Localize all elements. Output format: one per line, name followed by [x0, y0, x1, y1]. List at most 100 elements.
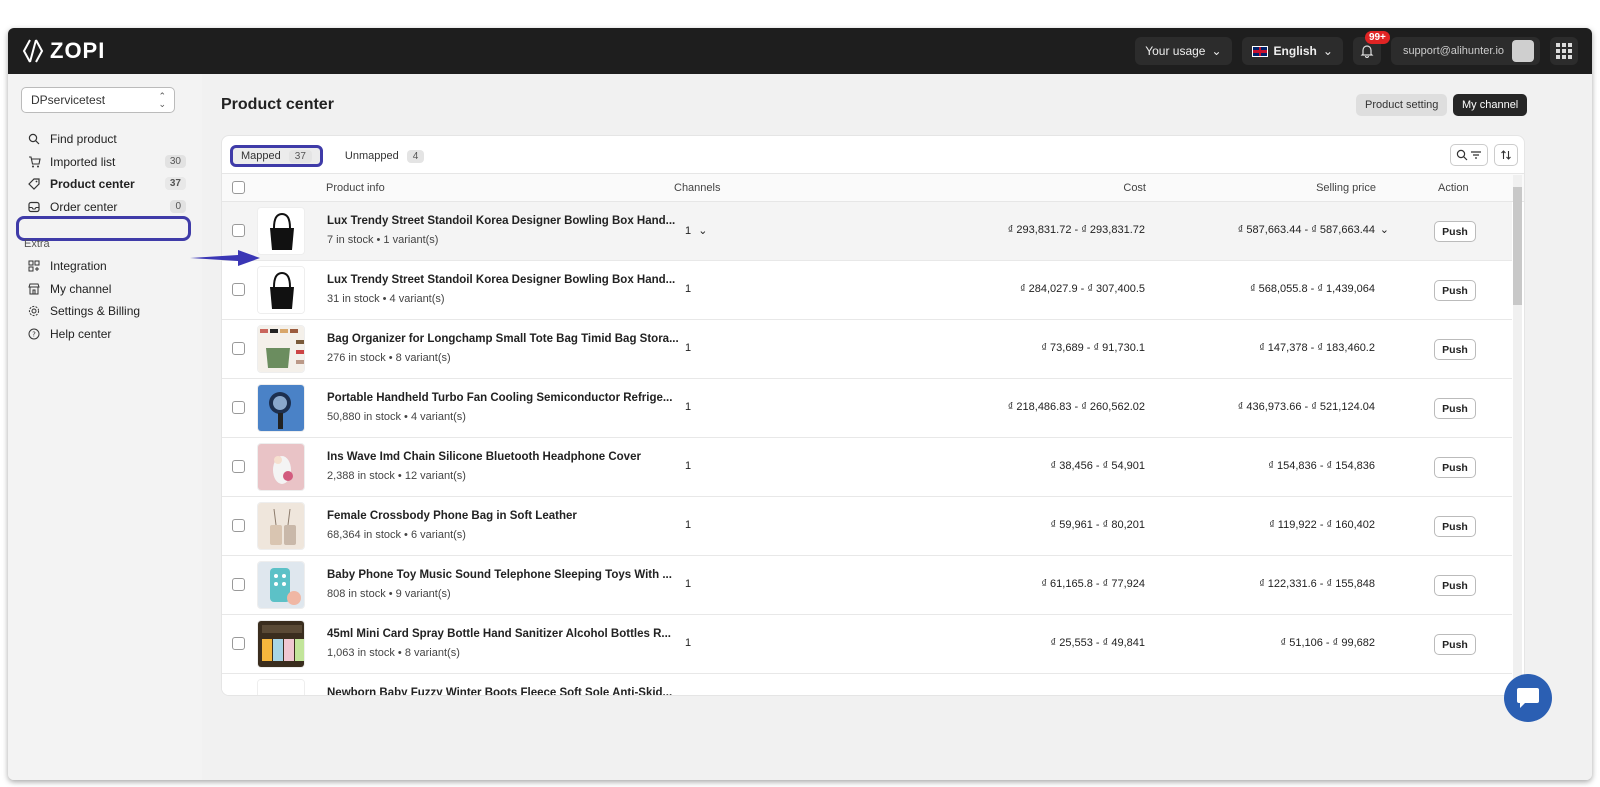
select-all-checkbox[interactable]	[232, 181, 245, 194]
usage-dropdown[interactable]: Your usage ⌄	[1135, 37, 1232, 65]
search-filter-button[interactable]	[1450, 144, 1488, 166]
account-menu[interactable]: support@alihunter.io	[1390, 37, 1540, 65]
row-checkbox[interactable]	[232, 342, 245, 355]
selling-price-value: ₫ 154,836 - ₫ 154,836	[1268, 460, 1375, 472]
bell-icon	[1360, 45, 1374, 58]
product-thumbnail[interactable]	[257, 679, 305, 695]
product-thumbnail[interactable]	[257, 266, 305, 314]
product-name[interactable]: Lux Trendy Street Standoil Korea Designe…	[327, 274, 675, 286]
push-button[interactable]: Push	[1434, 339, 1476, 360]
table-row[interactable]: Bag Organizer for Longchamp Small Tote B…	[222, 320, 1512, 379]
apps-grid-button[interactable]	[1550, 37, 1578, 65]
product-name[interactable]: Baby Phone Toy Music Sound Telephone Sle…	[327, 569, 672, 581]
product-thumbnail[interactable]	[257, 502, 305, 550]
push-button[interactable]: Push	[1434, 457, 1476, 478]
column-header-cost[interactable]: Cost	[1123, 182, 1146, 194]
sidebar-item-integration[interactable]: Integration	[22, 255, 186, 278]
push-button[interactable]: Push	[1434, 575, 1476, 596]
sidebar-item-my-channel[interactable]: My channel	[22, 278, 186, 301]
app-window: ZOPI Your usage ⌄ English ⌄ 99+ support@…	[8, 28, 1592, 780]
push-button[interactable]: Push	[1434, 280, 1476, 301]
product-name[interactable]: Bag Organizer for Longchamp Small Tote B…	[327, 333, 679, 345]
table-row[interactable]: Newborn Baby Fuzzy Winter Boots Fleece S…	[222, 674, 1512, 695]
cost-range: ₫ 59,961 - ₫ 80,201	[1050, 519, 1145, 531]
column-header-product-info[interactable]: Product info	[326, 182, 385, 194]
product-thumbnail[interactable]	[257, 561, 305, 609]
usage-label: Your usage	[1145, 44, 1206, 58]
table-row[interactable]: 45ml Mini Card Spray Bottle Hand Sanitiz…	[222, 615, 1512, 674]
row-checkbox[interactable]	[232, 637, 245, 650]
table-row[interactable]: Female Crossbody Phone Bag in Soft Leath…	[222, 497, 1512, 556]
sidebar-item-imported-list[interactable]: Imported list 30	[22, 151, 186, 174]
tab-label: Mapped	[241, 150, 281, 162]
logo[interactable]: ZOPI	[22, 38, 105, 64]
table-row[interactable]: Lux Trendy Street Standoil Korea Designe…	[222, 261, 1512, 320]
sidebar-item-label: Find product	[50, 132, 117, 147]
sidebar-item-label: Product center	[50, 177, 135, 192]
product-name[interactable]: Lux Trendy Street Standoil Korea Designe…	[327, 215, 675, 227]
row-checkbox[interactable]	[232, 578, 245, 591]
product-thumbnail[interactable]	[257, 620, 305, 668]
sidebar-item-product-center[interactable]: Product center 37	[22, 173, 186, 196]
tab-unmapped[interactable]: Unmapped 4	[337, 145, 432, 167]
language-dropdown[interactable]: English ⌄	[1241, 37, 1343, 65]
product-name[interactable]: 45ml Mini Card Spray Bottle Hand Sanitiz…	[327, 628, 671, 640]
product-name[interactable]: Portable Handheld Turbo Fan Cooling Semi…	[327, 392, 672, 404]
sidebar-item-label: Integration	[50, 259, 107, 274]
product-stock-variants: 2,388 in stock • 12 variant(s)	[327, 470, 466, 482]
channel-count[interactable]: 1 ⌄	[685, 224, 707, 237]
product-stock-variants: 7 in stock • 1 variant(s)	[327, 234, 439, 246]
tab-count: 4	[406, 149, 425, 163]
row-checkbox[interactable]	[232, 224, 245, 237]
tab-mapped[interactable]: Mapped 37	[230, 145, 323, 167]
row-checkbox[interactable]	[232, 519, 245, 532]
updown-chevron-icon: ⌃ ⌄	[158, 91, 166, 109]
cart-icon	[26, 156, 42, 168]
count-badge: 30	[164, 154, 186, 168]
row-checkbox[interactable]	[232, 283, 245, 296]
push-button[interactable]: Push	[1434, 634, 1476, 655]
channel-count-value: 1	[685, 460, 692, 472]
product-name[interactable]: Ins Wave Imd Chain Silicone Bluetooth He…	[327, 451, 641, 463]
push-button[interactable]: Push	[1434, 516, 1476, 537]
table-row[interactable]: Ins Wave Imd Chain Silicone Bluetooth He…	[222, 438, 1512, 497]
sort-icon	[1501, 150, 1511, 160]
column-header-selling-price[interactable]: Selling price	[1316, 182, 1376, 194]
column-header-channels[interactable]: Channels	[674, 182, 720, 194]
sidebar-item-settings-billing[interactable]: Settings & Billing	[22, 300, 186, 323]
notifications-button[interactable]: 99+	[1352, 31, 1390, 65]
gear-icon	[26, 305, 42, 317]
cost-range: ₫ 61,165.8 - ₫ 77,924	[1041, 578, 1145, 590]
table-scrollbar[interactable]	[1513, 175, 1522, 695]
product-thumbnail[interactable]	[257, 443, 305, 491]
push-button[interactable]: Push	[1434, 398, 1476, 419]
product-thumbnail[interactable]	[257, 207, 305, 255]
channel-count-value: 1	[685, 519, 692, 531]
row-checkbox[interactable]	[232, 460, 245, 473]
selling-price-range: ₫ 119,922 - ₫ 160,402	[1269, 519, 1375, 531]
sort-button[interactable]	[1494, 144, 1518, 166]
selling-price-value: ₫ 568,055.8 - ₫ 1,439,064	[1249, 283, 1375, 295]
selling-price-range[interactable]: ₫ 587,663.44 - ₫ 587,663.44 ⌄	[1238, 224, 1389, 236]
row-checkbox[interactable]	[232, 401, 245, 414]
table-header: Product info Channels Cost Selling price…	[222, 173, 1524, 202]
product-setting-button[interactable]: Product setting	[1356, 94, 1448, 116]
store-select[interactable]: DPservicetest ⌃ ⌄	[21, 87, 175, 113]
product-thumbnail[interactable]	[257, 384, 305, 432]
sidebar-item-help-center[interactable]: ? Help center	[22, 323, 186, 346]
product-thumbnail[interactable]	[257, 325, 305, 373]
scrollbar-thumb[interactable]	[1513, 187, 1522, 305]
sidebar: DPservicetest ⌃ ⌄ Find product Imported l…	[8, 74, 202, 780]
product-name[interactable]: Female Crossbody Phone Bag in Soft Leath…	[327, 510, 577, 522]
table-row[interactable]: Baby Phone Toy Music Sound Telephone Sle…	[222, 556, 1512, 615]
product-table-card: Mapped 37 Unmapped 4 Product info Channe…	[221, 135, 1525, 696]
table-row[interactable]: Portable Handheld Turbo Fan Cooling Semi…	[222, 379, 1512, 438]
table-row[interactable]: Lux Trendy Street Standoil Korea Designe…	[222, 202, 1512, 261]
my-channel-button[interactable]: My channel	[1453, 94, 1528, 116]
sidebar-item-find-product[interactable]: Find product	[22, 128, 186, 151]
chat-bubble-icon	[1517, 688, 1539, 708]
chat-support-button[interactable]	[1504, 674, 1552, 722]
push-button[interactable]: Push	[1434, 221, 1476, 242]
product-name[interactable]: Newborn Baby Fuzzy Winter Boots Fleece S…	[327, 687, 672, 695]
sidebar-item-order-center[interactable]: Order center 0	[22, 196, 186, 219]
